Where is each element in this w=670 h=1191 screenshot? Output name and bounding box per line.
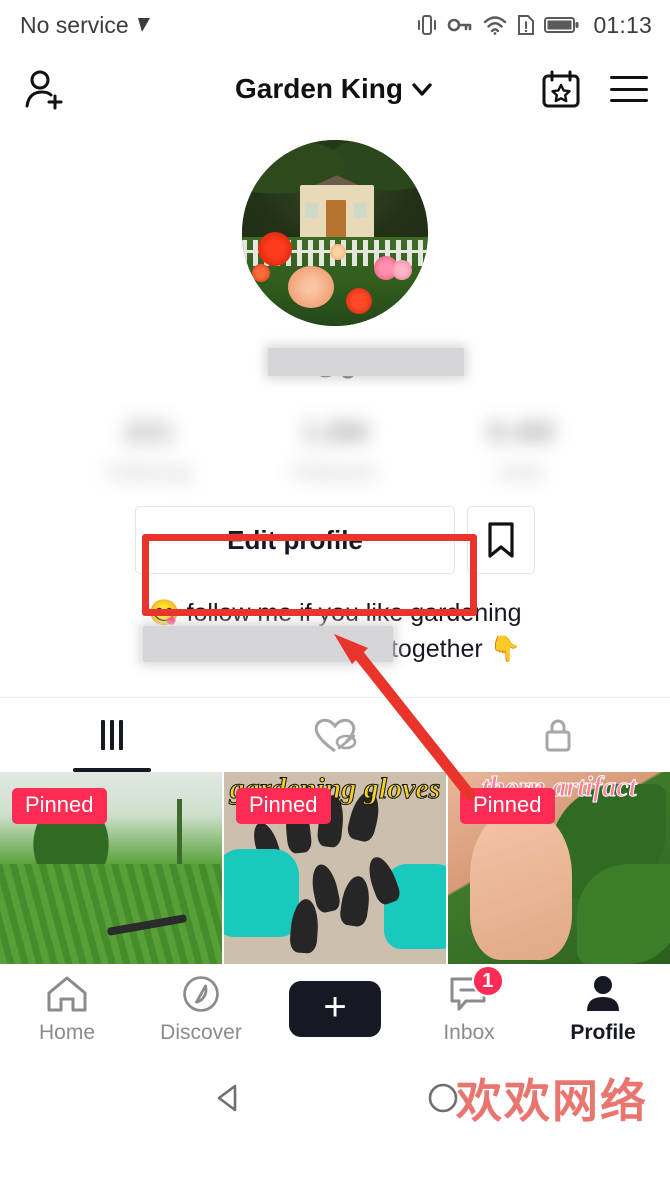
phone-screen: No service 01:13 Garden King 221 Followi… bbox=[0, 0, 670, 1191]
video-thumbnail-3[interactable]: thorn artifact Pinned bbox=[448, 772, 670, 964]
profile-name-dropdown[interactable]: Garden King bbox=[0, 73, 670, 105]
vibrate-icon bbox=[418, 15, 437, 35]
profile-header: Garden King bbox=[0, 50, 670, 128]
profile-actions: Edit profile bbox=[0, 506, 670, 574]
sim-alert-icon bbox=[518, 15, 535, 35]
carrier-label: No service bbox=[20, 11, 129, 38]
tab-liked[interactable] bbox=[223, 698, 446, 772]
plus-glyph: + bbox=[323, 985, 347, 1029]
video-grid: Pinned gardening gloves Pinned thorn art… bbox=[0, 772, 670, 964]
stat-value: 9.4M bbox=[487, 416, 555, 449]
username-row: @g bbox=[0, 346, 670, 382]
lock-icon bbox=[545, 719, 571, 752]
signal-off-icon bbox=[137, 18, 150, 32]
video-thumbnail-1[interactable]: Pinned bbox=[0, 772, 222, 964]
nav-item-inbox[interactable]: 1 Inbox bbox=[402, 965, 536, 1045]
heart-hidden-icon bbox=[314, 718, 357, 753]
stat-following[interactable]: 221 Following bbox=[93, 416, 205, 500]
stat-likes[interactable]: 9.4M Likes bbox=[465, 416, 577, 500]
stat-followers[interactable]: 1.8M Followers bbox=[279, 416, 391, 500]
android-navigation-bar: 欢欢网络 bbox=[0, 1060, 670, 1136]
pinned-badge: Pinned bbox=[460, 788, 555, 824]
profile-stats: 221 Following 1.8M Followers 9.4M Likes bbox=[0, 416, 670, 500]
page-title: Garden King bbox=[234, 73, 403, 104]
nav-item-home[interactable]: Home bbox=[0, 973, 134, 1045]
tab-videos[interactable] bbox=[0, 698, 223, 772]
nav-label: Home bbox=[38, 1021, 96, 1044]
stat-label: Following bbox=[106, 462, 192, 484]
stat-label: Likes bbox=[497, 462, 545, 484]
nav-item-profile[interactable]: Profile bbox=[536, 973, 670, 1045]
status-icons-group: 01:13 bbox=[416, 12, 652, 39]
pinned-badge: Pinned bbox=[236, 788, 331, 824]
nav-label: Profile bbox=[570, 1021, 636, 1044]
pinned-badge: Pinned bbox=[12, 788, 107, 824]
video-thumbnail-2[interactable]: gardening gloves Pinned bbox=[224, 772, 446, 964]
nav-label: Discover bbox=[160, 1021, 242, 1044]
profile-bio: 😋 follow me if you like gardening we can… bbox=[0, 596, 670, 667]
stat-value: 221 bbox=[123, 416, 175, 449]
status-bar: No service 01:13 bbox=[0, 0, 670, 50]
chevron-down-icon bbox=[412, 83, 432, 96]
tab-private[interactable] bbox=[447, 698, 670, 772]
key-icon bbox=[448, 18, 472, 32]
home-icon bbox=[47, 976, 87, 1012]
grid-icon bbox=[100, 720, 123, 750]
status-time: 01:13 bbox=[593, 11, 652, 38]
nav-item-create[interactable]: + bbox=[268, 981, 402, 1037]
profile-tabs bbox=[0, 698, 670, 772]
bio-redaction bbox=[143, 626, 393, 662]
bookmark-button[interactable] bbox=[467, 506, 535, 574]
inbox-badge: 1 bbox=[471, 965, 504, 997]
edit-profile-button[interactable]: Edit profile bbox=[135, 506, 455, 574]
bookmark-icon bbox=[488, 522, 514, 558]
stat-label: Followers bbox=[292, 462, 378, 484]
person-icon bbox=[587, 976, 619, 1011]
wifi-icon bbox=[484, 16, 507, 35]
bottom-navigation: Home Discover + 1 Inbox Profile bbox=[0, 964, 670, 1060]
avatar-container bbox=[0, 140, 670, 326]
back-triangle-icon[interactable] bbox=[208, 1078, 248, 1118]
compass-icon bbox=[183, 976, 219, 1012]
avatar[interactable] bbox=[242, 140, 428, 326]
create-plus-icon[interactable]: + bbox=[282, 981, 388, 1037]
username-redaction bbox=[268, 348, 464, 376]
battery-icon bbox=[544, 17, 579, 33]
stat-value: 1.8M bbox=[301, 416, 369, 449]
nav-label: Inbox bbox=[443, 1021, 495, 1044]
watermark-label: 欢欢网络 bbox=[456, 1074, 648, 1128]
nav-item-discover[interactable]: Discover bbox=[134, 973, 268, 1045]
status-carrier-group: No service bbox=[20, 12, 154, 39]
